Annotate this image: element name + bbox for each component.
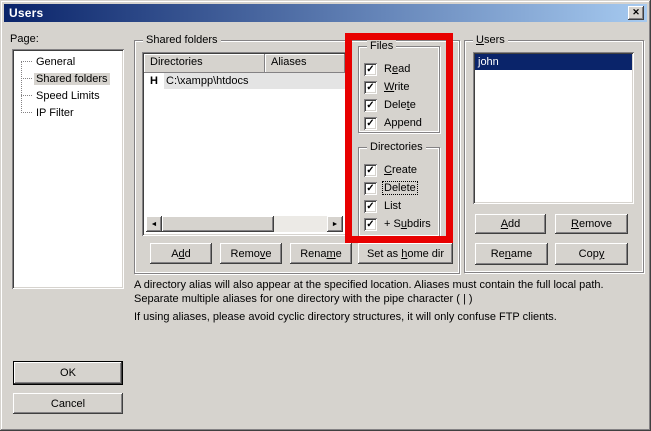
add-user-button[interactable]: Add [475,214,546,234]
alias-help-paragraph-2: If using aliases, please avoid cyclic di… [134,311,636,325]
list-label: List [383,200,402,212]
button-accel: A [501,218,508,230]
alias-help-text: A directory alias will also appear at th… [134,279,636,330]
arrow-right-icon: ► [332,221,339,228]
remove-user-button[interactable]: Remove [555,214,628,234]
button-accel: R [571,218,579,230]
check-icon: ✓ [366,165,374,176]
subdirs-label: + Subdirs [383,218,432,230]
page-label: Page: [10,33,39,45]
directory-row[interactable]: H C:\xampp\htdocs [144,73,345,89]
read-checkbox[interactable]: ✓ [364,63,377,76]
list-permission-row: ✓ List [364,199,402,213]
delete-file-checkbox[interactable]: ✓ [364,99,377,112]
append-permission-row: ✓ Append [364,116,423,130]
append-label: Append [383,117,423,129]
users-list[interactable]: john [473,52,634,204]
close-button[interactable]: ✕ [628,6,644,20]
read-permission-row: ✓ Read [364,62,411,76]
window-title: Users [9,6,43,20]
set-as-home-dir-button[interactable]: Set as home dir [358,243,453,264]
tree-item-label: General [34,56,77,68]
directories-group-title: Directories [367,141,426,154]
subdirs-permission-row: ✓ + Subdirs [364,217,432,231]
scroll-left-button[interactable]: ◄ [146,216,162,232]
check-icon: ✓ [366,118,374,129]
remove-folder-button[interactable]: Remove [220,243,282,264]
check-icon: ✓ [366,201,374,212]
close-icon: ✕ [632,7,640,17]
button-accel: y [599,248,605,260]
write-checkbox[interactable]: ✓ [364,81,377,94]
tree-item-label: Shared folders [34,73,110,85]
tree-item-general[interactable]: General [12,53,124,70]
tree-item-label: IP Filter [34,107,76,119]
cancel-button-label: Cancel [51,398,85,410]
horizontal-scrollbar[interactable]: ◄ ► [146,216,343,232]
delete-dir-checkbox[interactable]: ✓ [364,182,377,195]
button-label-part: Remo [231,248,260,260]
directory-path: C:\xampp\htdocs [164,73,345,89]
shared-folders-group-title: Shared folders [143,34,221,47]
button-label-part: emove [579,218,612,230]
cancel-button[interactable]: Cancel [13,393,123,414]
scroll-right-button[interactable]: ► [327,216,343,232]
check-icon: ✓ [366,219,374,230]
button-accel: m [327,248,336,260]
tree-item-speed-limits[interactable]: Speed Limits [12,87,124,104]
rename-folder-button[interactable]: Rename [290,243,352,264]
write-permission-row: ✓ Write [364,80,410,94]
rename-user-button[interactable]: Rename [475,243,548,265]
delete-dir-permission-row: ✓ Delete [364,181,417,195]
user-row-john[interactable]: john [475,54,632,70]
check-icon: ✓ [366,183,374,194]
copy-user-button[interactable]: Copy [555,243,628,265]
directories-list[interactable]: Directories Aliases H C:\xampp\htdocs ◄ … [142,52,347,236]
create-label: Create [383,164,418,176]
button-label-part: e [336,248,342,260]
scrollbar-track[interactable] [274,216,327,232]
scrollbar-thumb[interactable] [162,216,274,232]
button-label-part: Cop [579,248,599,260]
tree-item-label: Speed Limits [34,90,102,102]
create-checkbox[interactable]: ✓ [364,164,377,177]
check-icon: ✓ [366,82,374,93]
button-label-part: dd [508,218,520,230]
button-label-part: Rena [300,248,326,260]
create-permission-row: ✓ Create [364,163,418,177]
subdirs-checkbox[interactable]: ✓ [364,218,377,231]
add-folder-button[interactable]: Add [150,243,212,264]
button-label-part: e [265,248,271,260]
button-label-part: Set as [367,248,401,260]
directories-column-header[interactable]: Directories [144,54,265,73]
append-checkbox[interactable]: ✓ [364,117,377,130]
button-label-part: d [185,248,191,260]
write-label: Write [383,81,410,93]
arrow-left-icon: ◄ [151,221,158,228]
alias-help-paragraph-1: A directory alias will also appear at th… [134,279,636,306]
ok-button-label: OK [60,367,76,379]
button-label-part: ame [511,248,532,260]
users-dialog: Users ✕ Page: General Shared folders Spe… [0,0,651,431]
files-group-title: Files [367,40,396,53]
button-label-part: ome dir [407,248,444,260]
button-label-part: Re [491,248,505,260]
delete-file-permission-row: ✓ Delete [364,98,417,112]
page-tree[interactable]: General Shared folders Speed Limits IP F… [12,49,124,289]
title-bar[interactable]: Users [4,4,647,22]
ok-button[interactable]: OK [13,361,123,385]
check-icon: ✓ [366,64,374,75]
users-group-title: Users [473,34,508,47]
tree-item-ip-filter[interactable]: IP Filter [12,104,124,121]
delete-file-label: Delete [383,99,417,111]
read-label: Read [383,63,411,75]
list-checkbox[interactable]: ✓ [364,200,377,213]
home-directory-flag: H [144,75,164,87]
list-header: Directories Aliases [144,54,345,73]
tree-item-shared-folders[interactable]: Shared folders [12,70,124,87]
aliases-column-header[interactable]: Aliases [265,54,345,73]
delete-dir-label: Delete [383,182,417,194]
button-label-part: A [171,248,178,260]
check-icon: ✓ [366,100,374,111]
